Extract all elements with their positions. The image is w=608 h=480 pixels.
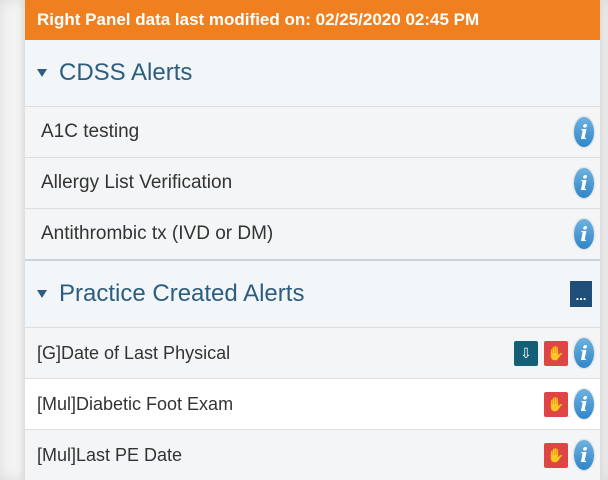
download-icon[interactable]: ⇩ — [514, 340, 538, 366]
row-actions: i — [574, 158, 594, 208]
alert-label: [Mul]Diabetic Foot Exam — [37, 393, 234, 414]
alert-label: [G]Date of Last Physical — [37, 342, 231, 363]
info-icon[interactable]: i — [574, 219, 594, 249]
alert-label: [Mul]Last PE Date — [37, 444, 183, 465]
collapse-triangle-icon[interactable] — [37, 69, 47, 77]
section-title: CDSS Alerts — [59, 59, 193, 86]
row-actions: ✋ i — [544, 430, 594, 480]
collapse-triangle-icon[interactable] — [37, 290, 47, 298]
info-icon[interactable]: i — [574, 389, 594, 419]
alert-label: A1C testing — [41, 121, 140, 142]
practice-alerts-header[interactable]: Practice Created Alerts ... — [25, 261, 600, 327]
stop-hand-icon[interactable]: ✋ — [544, 340, 568, 366]
cdss-alerts-header[interactable]: CDSS Alerts — [25, 40, 600, 106]
cdss-alert-row[interactable]: Antithrombic tx (IVD or DM) i — [25, 208, 600, 259]
info-icon[interactable]: i — [574, 168, 594, 198]
info-icon[interactable]: i — [574, 338, 594, 368]
stop-hand-icon[interactable]: ✋ — [544, 391, 568, 417]
cdss-alert-row[interactable]: A1C testing i — [25, 106, 600, 157]
right-panel: Right Panel data last modified on: 02/25… — [25, 0, 600, 480]
practice-alert-row[interactable]: [Mul]Last PE Date ✋ i — [25, 429, 600, 480]
cdss-alert-row[interactable]: Allergy List Verification i — [25, 157, 600, 208]
stop-hand-icon[interactable]: ✋ — [544, 442, 568, 468]
info-icon[interactable]: i — [574, 117, 594, 147]
alert-label: Allergy List Verification — [41, 172, 233, 193]
info-icon[interactable]: i — [574, 440, 594, 470]
row-actions: ⇩ ✋ i — [514, 328, 594, 378]
more-options-button[interactable]: ... — [570, 281, 592, 307]
practice-alert-row[interactable]: [G]Date of Last Physical ⇩ ✋ i — [25, 327, 600, 378]
row-actions: i — [574, 107, 594, 157]
last-modified-banner: Right Panel data last modified on: 02/25… — [25, 0, 600, 40]
row-actions: ✋ i — [544, 379, 594, 429]
alert-label: Antithrombic tx (IVD or DM) — [41, 223, 274, 244]
row-actions: i — [574, 209, 594, 259]
practice-alert-row[interactable]: [Mul]Diabetic Foot Exam ✋ i — [25, 378, 600, 429]
section-title: Practice Created Alerts — [59, 280, 305, 307]
window-frame: Right Panel data last modified on: 02/25… — [0, 0, 608, 480]
